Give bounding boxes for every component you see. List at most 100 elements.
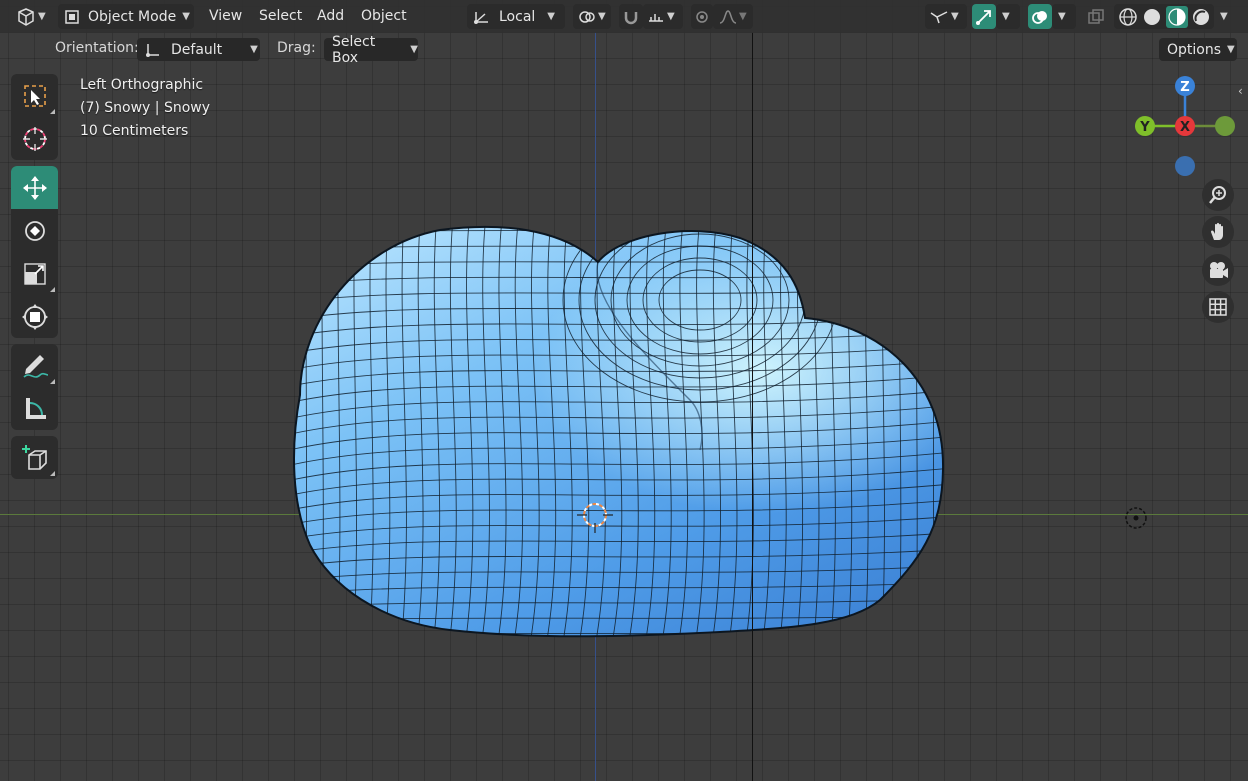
rotate-icon xyxy=(24,220,45,241)
cloud-mesh[interactable] xyxy=(0,0,1248,781)
shading-options-dropdown[interactable]: ▼ xyxy=(1214,4,1236,29)
editor-type-icon xyxy=(16,7,36,26)
editor-type-button[interactable]: ▼ xyxy=(12,4,50,29)
snap-increment-icon xyxy=(647,9,665,25)
object-mode-icon xyxy=(64,9,80,25)
tool-variant-indicator xyxy=(50,471,55,476)
cursor-vertical-line xyxy=(752,32,753,781)
magnet-icon xyxy=(623,9,639,25)
options-label: Options xyxy=(1167,41,1222,58)
proportional-falloff-dropdown[interactable]: ▼ xyxy=(713,4,753,29)
wireframe-shading-icon[interactable] xyxy=(1118,7,1138,27)
tool-variant-indicator xyxy=(50,109,55,114)
gizmo-x-label: X xyxy=(1180,120,1190,135)
toolbar-group-transform xyxy=(11,166,58,338)
zoom-magnifier-icon xyxy=(1209,186,1226,204)
orientation-label: Local xyxy=(499,8,536,25)
transform-icon xyxy=(21,303,48,330)
mode-dropdown[interactable]: Object Mode ▼ xyxy=(58,4,194,29)
3d-cursor-icon[interactable] xyxy=(577,497,613,533)
toolbar-group-annotate xyxy=(11,344,58,430)
tool-rotate[interactable] xyxy=(11,209,58,252)
tool-select-box[interactable] xyxy=(11,74,58,117)
ortho-toggle-button[interactable] xyxy=(1202,291,1234,323)
scale-icon xyxy=(23,262,46,285)
select-box-icon xyxy=(23,84,46,107)
drag-label: Drag: xyxy=(277,40,316,56)
viewport-header: ▼ Object Mode ▼ View Select Add Object L… xyxy=(0,0,1248,33)
tool-add-cube[interactable] xyxy=(11,436,58,479)
rendered-shading-icon[interactable] xyxy=(1191,7,1211,27)
tool-variant-indicator xyxy=(50,287,55,292)
overlays-icon xyxy=(1031,8,1049,26)
gizmo-z-label: Z xyxy=(1180,80,1189,95)
chevron-down-icon: ▼ xyxy=(1227,44,1235,55)
navigation-gizmo[interactable]: Z Y X xyxy=(1128,74,1240,182)
xray-toggle[interactable] xyxy=(1084,4,1108,29)
chevron-down-icon: ▼ xyxy=(250,44,258,55)
toolbar-group-select xyxy=(11,74,58,160)
object-info: (7) Snowy | Snowy xyxy=(80,100,211,116)
orientation-axes-icon xyxy=(473,9,491,25)
chevron-down-icon: ▼ xyxy=(1220,11,1228,22)
overlays-toggle[interactable] xyxy=(1028,4,1052,29)
selectability-icon xyxy=(929,9,949,25)
menu-view[interactable]: View xyxy=(209,4,242,29)
proportional-circle-icon xyxy=(695,10,709,24)
measure-ruler-icon xyxy=(25,397,46,419)
overlays-dropdown[interactable]: ▼ xyxy=(1052,4,1076,29)
pivot-icon xyxy=(578,9,596,25)
gizmo-dropdown[interactable]: ▼ xyxy=(996,4,1020,29)
cursor-tool-icon xyxy=(22,126,47,151)
chevron-down-icon: ▼ xyxy=(1002,11,1010,22)
tool-transform[interactable] xyxy=(11,295,58,338)
snap-target-dropdown[interactable]: ▼ xyxy=(643,4,683,29)
tool-measure[interactable] xyxy=(11,387,58,430)
gizmo-toggle[interactable] xyxy=(972,4,996,29)
xray-icon xyxy=(1087,8,1105,26)
menu-object[interactable]: Object xyxy=(361,4,407,29)
chevron-down-icon: ▼ xyxy=(547,11,555,22)
camera-icon xyxy=(1210,262,1228,278)
solid-shading-icon[interactable] xyxy=(1142,7,1162,27)
chevron-down-icon: ▼ xyxy=(667,11,675,22)
view-name: Left Orthographic xyxy=(80,77,204,93)
visibility-dropdown[interactable]: ▼ xyxy=(925,4,967,29)
orientation-label: Orientation: xyxy=(55,40,139,56)
tool-move[interactable] xyxy=(11,166,58,209)
tool-cursor[interactable] xyxy=(11,117,58,160)
orientation-gizmo-icon xyxy=(145,42,161,58)
pan-button[interactable] xyxy=(1202,216,1234,248)
gizmo-icon xyxy=(975,8,993,26)
proportional-editing-toggle[interactable] xyxy=(691,4,713,29)
camera-view-button[interactable] xyxy=(1202,254,1234,286)
orientation-dropdown[interactable]: Default ▼ xyxy=(137,38,260,61)
chevron-down-icon: ▼ xyxy=(951,11,959,22)
chevron-down-icon: ▼ xyxy=(38,11,46,22)
sidebar-toggle-arrow[interactable]: ‹ xyxy=(1238,84,1243,98)
shading-mode-group xyxy=(1114,4,1214,29)
chevron-down-icon: ▼ xyxy=(1058,11,1066,22)
move-arrows-icon xyxy=(22,175,47,200)
tool-scale[interactable] xyxy=(11,252,58,295)
snap-toggle[interactable] xyxy=(619,4,643,29)
chevron-down-icon: ▼ xyxy=(739,11,747,22)
options-dropdown[interactable]: Options ▼ xyxy=(1159,38,1237,61)
zoom-button[interactable] xyxy=(1202,179,1234,211)
drag-dropdown[interactable]: Select Box ▼ xyxy=(324,34,418,66)
3d-viewport[interactable] xyxy=(0,0,1248,781)
drag-value: Select Box xyxy=(332,33,376,66)
transform-orientation-dropdown[interactable]: Local ▼ xyxy=(467,4,565,29)
scale-info: 10 Centimeters xyxy=(80,123,189,139)
orientation-value: Default xyxy=(171,41,223,58)
tool-annotate[interactable] xyxy=(11,344,58,387)
add-cube-icon xyxy=(21,444,47,470)
menu-add[interactable]: Add xyxy=(317,4,344,29)
gizmo-y-label: Y xyxy=(1139,120,1150,135)
menu-select[interactable]: Select xyxy=(259,4,302,29)
chevron-down-icon: ▼ xyxy=(598,11,606,22)
mode-label: Object Mode xyxy=(88,8,177,25)
material-preview-icon[interactable] xyxy=(1166,5,1188,28)
light-object-icon[interactable] xyxy=(1124,506,1148,530)
pivot-point-dropdown[interactable]: ▼ xyxy=(573,4,611,29)
